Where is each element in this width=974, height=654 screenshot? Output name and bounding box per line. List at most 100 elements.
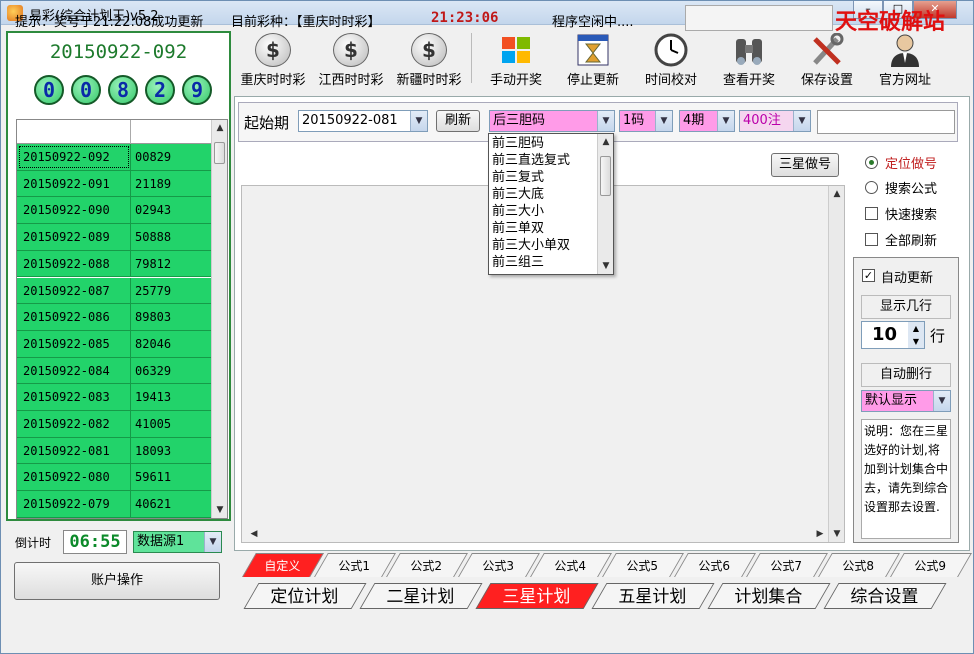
scroll-down-icon[interactable]: ▼ xyxy=(212,502,227,518)
formula-tab[interactable]: 公式3 xyxy=(458,553,540,577)
radio-fixed[interactable] xyxy=(865,156,878,169)
toolbar-button[interactable]: $ 重庆时时彩 xyxy=(234,31,312,88)
formula-tab[interactable]: 公式7 xyxy=(746,553,828,577)
chevron-down-icon[interactable]: ▼ xyxy=(410,111,427,131)
table-row[interactable]: 20150922-081 18093 xyxy=(17,437,212,465)
period-cell: 20150922-088 xyxy=(17,250,131,277)
dropdown-option[interactable]: 前三大小 xyxy=(492,204,544,220)
number-cell: 40621 xyxy=(135,497,172,512)
column-header[interactable] xyxy=(131,120,212,144)
formula-tab[interactable]: 公式6 xyxy=(674,553,756,577)
spin-down-icon[interactable]: ▼ xyxy=(908,335,924,348)
dropdown-option[interactable]: 前三大底 xyxy=(492,187,544,203)
dropdown-option[interactable]: 前三直选复式 xyxy=(492,153,570,169)
periods-select[interactable]: 4期 ▼ xyxy=(679,110,735,132)
plan-type-select[interactable]: 后三胆码 ▼ xyxy=(489,110,615,132)
main-tab[interactable]: 定位计划 xyxy=(243,583,367,609)
main-tab[interactable]: 五星计划 xyxy=(591,583,715,609)
number-cell: 82046 xyxy=(135,336,172,351)
sanxing-button[interactable]: 三星做号 xyxy=(771,153,839,177)
info-field[interactable] xyxy=(817,110,955,134)
table-row[interactable]: 20150922-091 21189 xyxy=(17,170,212,198)
account-button[interactable]: 账户操作 xyxy=(14,562,220,600)
tab-label: 公式5 xyxy=(626,559,659,573)
scroll-down-icon[interactable]: ▼ xyxy=(829,526,845,542)
scroll-up-icon[interactable]: ▲ xyxy=(598,134,613,150)
table-row[interactable]: 20150922-084 06329 xyxy=(17,357,212,385)
display-mode-select[interactable]: 默认显示 ▼ xyxy=(861,390,951,412)
table-row[interactable]: 20150922-086 89803 xyxy=(17,304,212,331)
app-window: 易彩(综合计划王)v5.2 – □ ✕ 20150922-092 0 0 8 2… xyxy=(0,0,974,654)
period-cell: 20150922-092 xyxy=(17,144,131,170)
chevron-down-icon[interactable]: ▼ xyxy=(655,111,672,131)
dropdown-option[interactable]: 前三组三 xyxy=(492,255,544,271)
status-time: 21:23:06 xyxy=(431,10,499,26)
chevron-down-icon[interactable]: ▼ xyxy=(597,111,614,131)
column-header[interactable] xyxy=(17,120,131,144)
scroll-thumb[interactable] xyxy=(600,156,611,196)
radio-search[interactable] xyxy=(865,181,878,194)
main-tab[interactable]: 三星计划 xyxy=(475,583,599,609)
dropdown-option[interactable]: 前三胆码 xyxy=(492,136,544,152)
toolbar-button[interactable]: $ 江西时时彩 xyxy=(312,31,390,88)
toolbar-button[interactable]: 时间校对 xyxy=(632,31,710,88)
formula-tab[interactable]: 公式9 xyxy=(890,553,972,577)
scroll-right-icon[interactable]: ▶ xyxy=(812,526,828,542)
checkbox-auto-update[interactable]: ✓ xyxy=(862,269,875,282)
dropdown-option[interactable]: 前三单双 xyxy=(492,221,544,237)
table-row[interactable]: 20150922-083 19413 xyxy=(17,384,212,411)
table-row[interactable]: 20150922-087 25779 xyxy=(17,277,212,305)
formula-tab[interactable]: 公式8 xyxy=(818,553,900,577)
note-text: 说明：您在三星选好的计划,将加到计划集合中去，请先到综合设置那去设置. xyxy=(861,419,951,539)
dropdown-option[interactable]: 前三复式 xyxy=(492,170,544,186)
table-row[interactable]: 20150922-092 00829 xyxy=(17,144,212,171)
spin-up-icon[interactable]: ▲ xyxy=(908,322,924,335)
chevron-down-icon[interactable]: ▼ xyxy=(717,111,734,131)
dropdown-option[interactable]: 前三大小单双 xyxy=(492,238,570,254)
start-period-select[interactable]: 20150922-081 ▼ xyxy=(298,110,428,132)
table-row[interactable]: 20150922-090 02943 xyxy=(17,197,212,225)
table-row[interactable]: 20150922-080 59611 xyxy=(17,464,212,492)
code-count-select[interactable]: 1码 ▼ xyxy=(619,110,673,132)
table-row[interactable]: 20150922-089 50888 xyxy=(17,224,212,251)
dropdown-scrollbar[interactable]: ▲ ▼ xyxy=(597,134,613,274)
data-source-select[interactable]: 数据源1 ▼ xyxy=(133,531,222,553)
toolbar-button[interactable]: 保存设置 xyxy=(788,31,866,88)
table-row[interactable]: 20150922-082 41005 xyxy=(17,411,212,438)
toolbar-button[interactable]: 停止更新 xyxy=(554,31,632,88)
formula-tab[interactable]: 公式2 xyxy=(386,553,468,577)
scroll-down-icon[interactable]: ▼ xyxy=(598,258,613,274)
toolbar-button[interactable]: 查看开奖 xyxy=(710,31,788,88)
checkbox-refresh-all[interactable] xyxy=(865,233,878,246)
periods-value: 4期 xyxy=(683,113,705,128)
refresh-button[interactable]: 刷新 xyxy=(436,110,480,132)
scroll-left-icon[interactable]: ◀ xyxy=(246,526,262,542)
table-row[interactable]: 20150922-085 82046 xyxy=(17,330,212,358)
toolbar-button[interactable]: 手动开奖 xyxy=(477,31,555,88)
toolbar-button[interactable]: 官方网址 xyxy=(866,31,944,88)
tab-label: 公式9 xyxy=(914,559,947,573)
scroll-up-icon[interactable]: ▲ xyxy=(829,186,845,202)
formula-tab[interactable]: 公式4 xyxy=(530,553,612,577)
toolbar-button[interactable]: $ 新疆时时彩 xyxy=(390,31,468,88)
table-scrollbar[interactable]: ▲ ▼ xyxy=(211,120,227,518)
main-tab[interactable]: 二星计划 xyxy=(359,583,483,609)
scroll-up-icon[interactable]: ▲ xyxy=(212,120,227,136)
scroll-thumb[interactable] xyxy=(214,142,225,164)
table-row[interactable]: 20150922-079 40621 xyxy=(17,491,212,518)
main-tab[interactable]: 综合设置 xyxy=(823,583,947,609)
chevron-down-icon[interactable]: ▼ xyxy=(793,111,810,131)
tab-label: 公式7 xyxy=(770,559,803,573)
formula-tab[interactable]: 自定义 xyxy=(242,553,324,577)
chevron-down-icon[interactable]: ▼ xyxy=(933,391,950,411)
main-tab[interactable]: 计划集合 xyxy=(707,583,831,609)
period-cell: 20150922-084 xyxy=(17,357,131,384)
formula-tab[interactable]: 公式5 xyxy=(602,553,684,577)
table-row[interactable]: 20150922-088 79812 xyxy=(17,250,212,278)
output-scrollbar[interactable]: ▲ ▼ xyxy=(828,186,844,542)
chevron-down-icon[interactable]: ▼ xyxy=(204,532,221,552)
bets-select[interactable]: 400注 ▼ xyxy=(739,110,811,132)
checkbox-fast-search[interactable] xyxy=(865,207,878,220)
rows-spinner[interactable]: 10 ▲ ▼ xyxy=(861,321,925,349)
formula-tab[interactable]: 公式1 xyxy=(314,553,396,577)
